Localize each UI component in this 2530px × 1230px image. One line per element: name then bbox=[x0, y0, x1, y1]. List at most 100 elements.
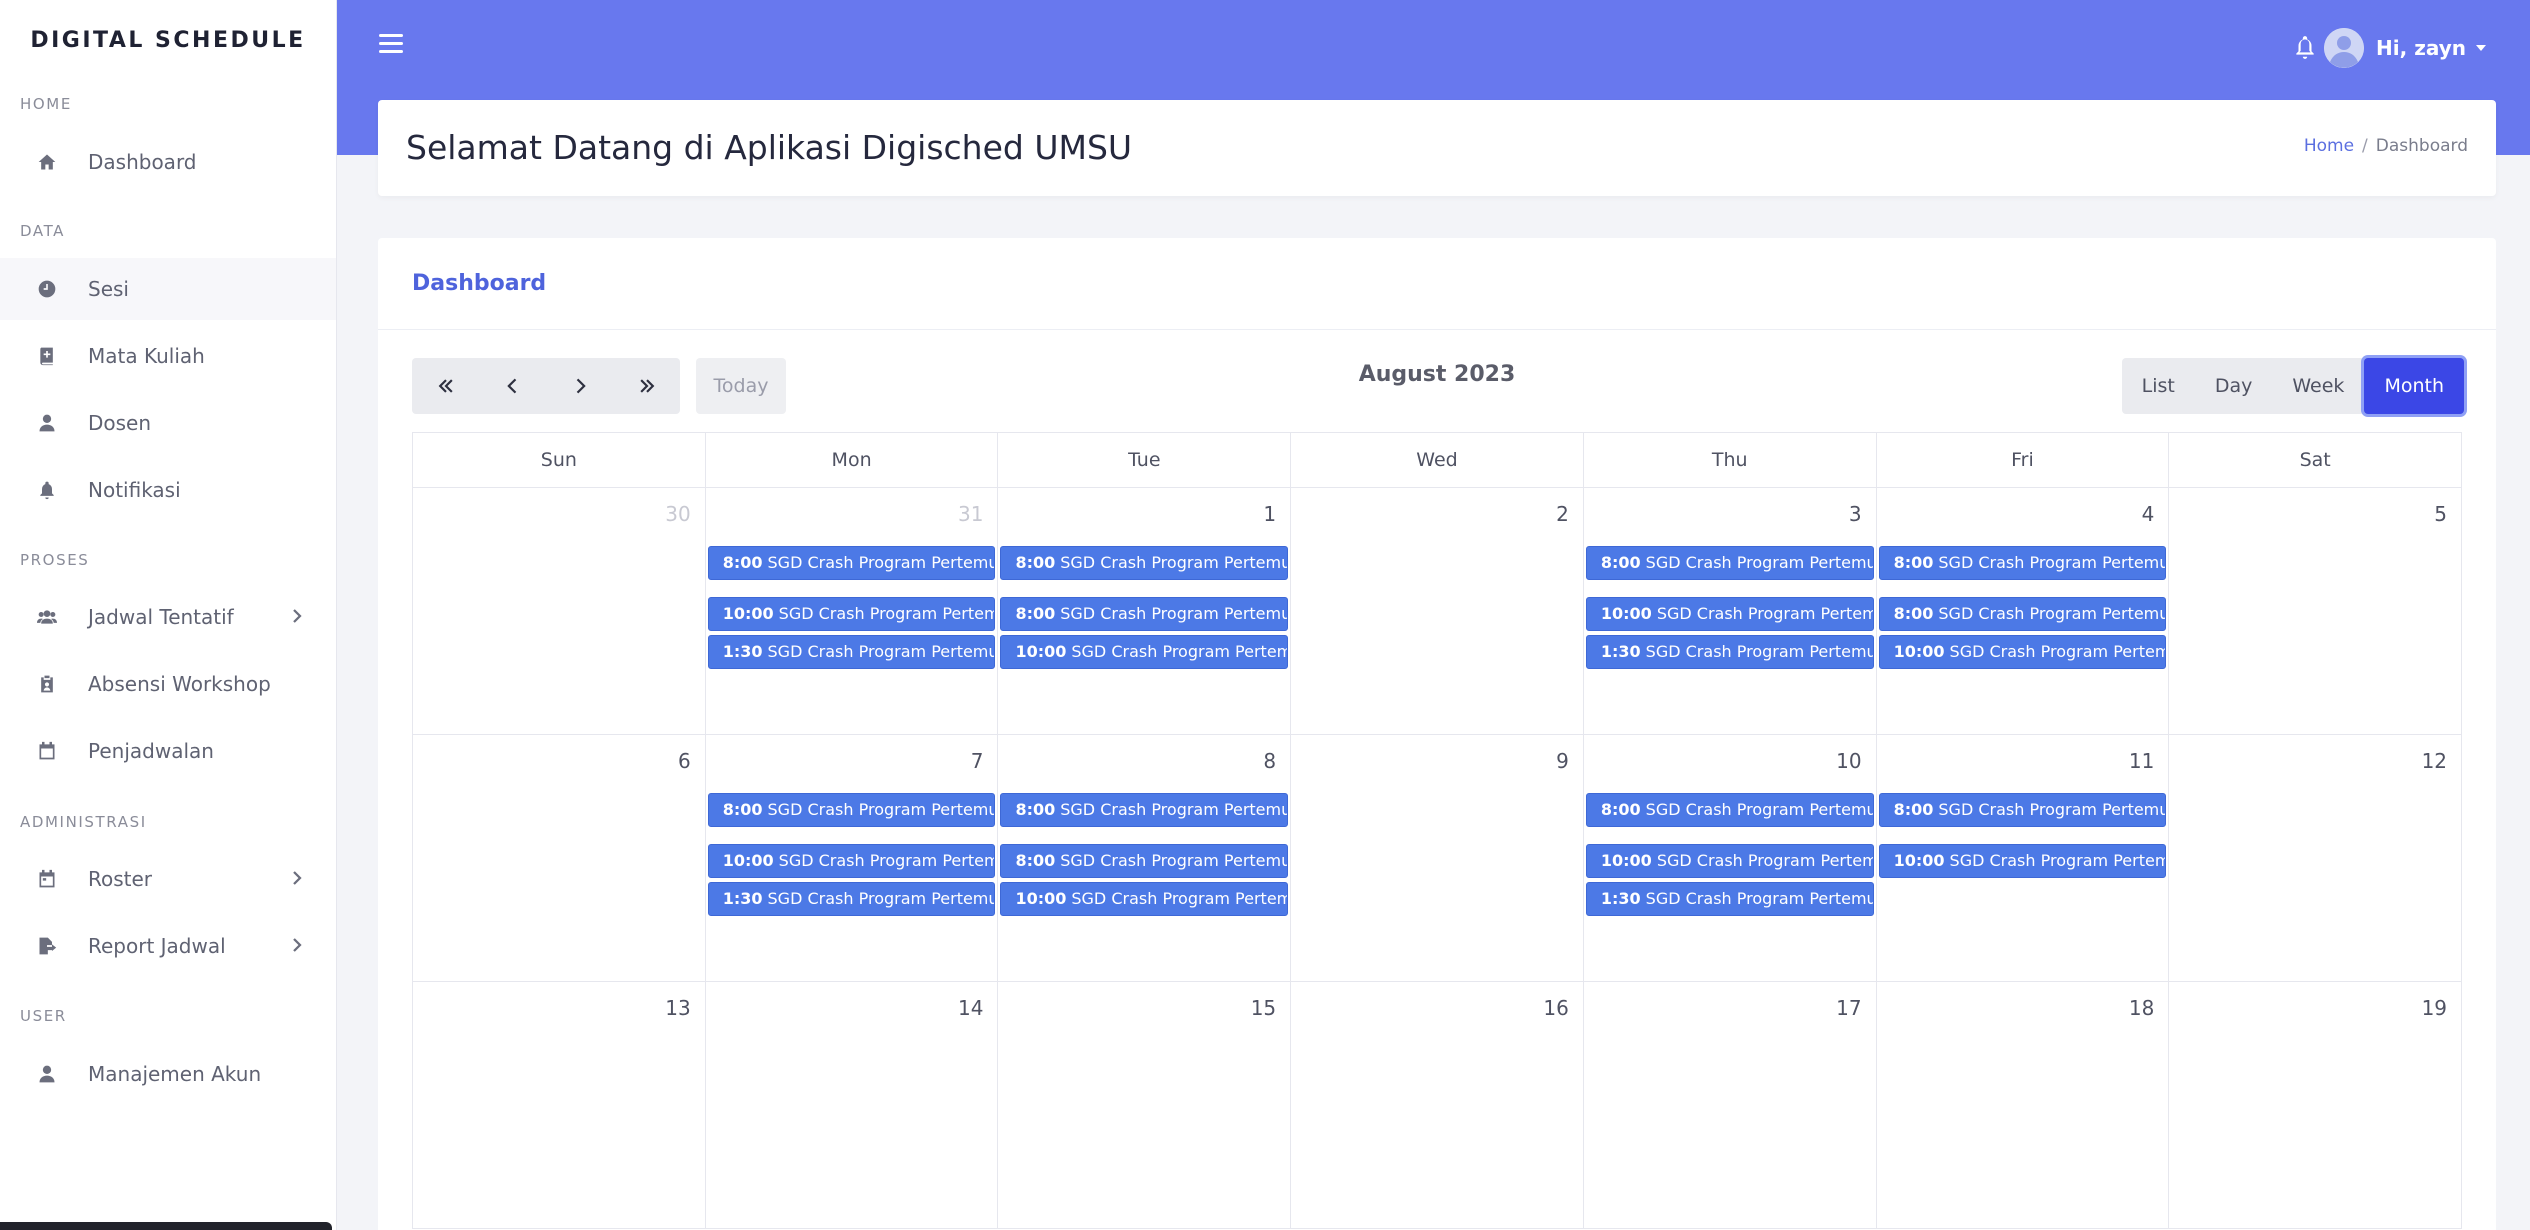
calendar-day-cell[interactable]: 15 bbox=[998, 982, 1292, 1228]
day-number[interactable]: 17 bbox=[1836, 996, 1861, 1020]
day-number[interactable]: 15 bbox=[1251, 996, 1276, 1020]
day-number[interactable]: 4 bbox=[2142, 502, 2155, 526]
dow-sun: Sun bbox=[413, 433, 706, 487]
calendar-day-cell[interactable]: 10 8:00 SGD Crash Program Pertemuan 10:00 SG… bbox=[1584, 735, 1877, 981]
day-number[interactable]: 6 bbox=[678, 749, 691, 773]
sidebar-item-dosen[interactable]: Dosen bbox=[0, 392, 336, 454]
calendar-week-row: 30 31 8:00 SGD Crash Program Pertemuan 10:00… bbox=[412, 488, 2462, 735]
calendar-day-cell[interactable]: 12 bbox=[2169, 735, 2461, 981]
sidebar-item-dashboard[interactable]: Dashboard bbox=[0, 131, 336, 193]
view-list-button[interactable]: List bbox=[2122, 358, 2195, 414]
calendar-event[interactable]: 8:00 SGD Crash Program Pertemuan bbox=[707, 793, 996, 827]
view-month-button[interactable]: Month bbox=[2364, 358, 2464, 414]
calendar-day-cell[interactable]: 6 bbox=[413, 735, 706, 981]
calendar-day-cell[interactable]: 5 bbox=[2169, 488, 2461, 734]
sidebar-item-absensi-workshop[interactable]: Absensi Workshop bbox=[0, 653, 336, 715]
sidebar-item-mata-kuliah[interactable]: Mata Kuliah bbox=[0, 325, 336, 387]
calendar-day-cell[interactable]: 9 bbox=[1291, 735, 1584, 981]
calendar-event[interactable]: 8:00 SGD Crash Program Pertemuan bbox=[1878, 546, 2167, 580]
calendar-day-cell[interactable]: 7 8:00 SGD Crash Program Pertemuan 10:00 SGD… bbox=[706, 735, 999, 981]
day-number[interactable]: 11 bbox=[2129, 749, 2154, 773]
day-number[interactable]: 31 bbox=[958, 502, 983, 526]
sidebar-item-roster[interactable]: Roster bbox=[0, 848, 336, 910]
calendar-day-cell[interactable]: 17 bbox=[1584, 982, 1877, 1228]
event-title: SGD Crash Program Pertemuan bbox=[1060, 851, 1289, 870]
calendar-event[interactable]: 10:00SGD Crash Program Pertemuan bbox=[1878, 844, 2167, 878]
hamburger-menu-icon[interactable] bbox=[379, 34, 403, 58]
event-time: 1:30 bbox=[1600, 642, 1641, 661]
day-number[interactable]: 1 bbox=[1263, 502, 1276, 526]
day-number[interactable]: 16 bbox=[1543, 996, 1568, 1020]
calendar-event[interactable]: 1:30 SGD Crash Program Pertemuan bbox=[1585, 882, 1874, 916]
calendar-event[interactable]: 8:00 SGD Crash Program Pertemuan bbox=[1000, 546, 1289, 580]
calendar-event[interactable]: 8:00 SGD Crash Program Pertemuan bbox=[1585, 793, 1874, 827]
calendar-day-cell[interactable]: 14 bbox=[706, 982, 999, 1228]
breadcrumb-home-link[interactable]: Home bbox=[2304, 136, 2354, 156]
day-number[interactable]: 18 bbox=[2129, 996, 2154, 1020]
day-number[interactable]: 9 bbox=[1556, 749, 1569, 773]
calendar-event[interactable]: 10:00SGD Crash Program Pertemuan bbox=[1585, 597, 1874, 631]
day-number[interactable]: 14 bbox=[958, 996, 983, 1020]
calendar-event[interactable]: 8:00 SGD Crash Program Pertemuan bbox=[1000, 597, 1289, 631]
day-number[interactable]: 3 bbox=[1849, 502, 1862, 526]
event-title: SGD Crash Program Pertemuan bbox=[1645, 800, 1874, 819]
view-day-button[interactable]: Day bbox=[2195, 358, 2273, 414]
day-number[interactable]: 7 bbox=[971, 749, 984, 773]
calendar-day-cell[interactable]: 30 bbox=[413, 488, 706, 734]
calendar-day-cell[interactable]: 1 8:00 SGD Crash Program Pertemuan 8:00 SGD … bbox=[998, 488, 1292, 734]
calendar-event[interactable]: 8:00 SGD Crash Program Pertemuan bbox=[1878, 597, 2167, 631]
notification-bell-icon[interactable] bbox=[2292, 34, 2318, 60]
calendar-event[interactable]: 10:00SGD Crash Program Pertemuan bbox=[707, 844, 996, 878]
calendar-day-cell[interactable]: 31 8:00 SGD Crash Program Pertemuan 10:00 SG… bbox=[706, 488, 999, 734]
day-number[interactable]: 19 bbox=[2422, 996, 2447, 1020]
sidebar-item-notifikasi[interactable]: Notifikasi bbox=[0, 459, 336, 521]
calendar-event[interactable]: 10:00SGD Crash Program Pertemuan bbox=[1878, 635, 2167, 669]
calendar-day-cell[interactable]: 13 bbox=[413, 982, 706, 1228]
calendar-event[interactable]: 1:30 SGD Crash Program Pertemuan bbox=[707, 635, 996, 669]
calendar-event[interactable]: 1:30 SGD Crash Program Pertemuan bbox=[1585, 635, 1874, 669]
day-number[interactable]: 10 bbox=[1836, 749, 1861, 773]
sidebar-item-manajemen-akun[interactable]: Manajemen Akun bbox=[0, 1043, 336, 1105]
event-time: 10:00 bbox=[1893, 851, 1945, 870]
calendar-event[interactable]: 10:00SGD Crash Program Pertemuan bbox=[707, 597, 996, 631]
event-title: SGD Crash Program Pertemuan bbox=[1060, 553, 1289, 572]
sidebar-item-sesi[interactable]: Sesi bbox=[0, 258, 336, 320]
day-number[interactable]: 13 bbox=[665, 996, 690, 1020]
calendar-event[interactable]: 1:30 SGD Crash Program Pertemuan bbox=[707, 882, 996, 916]
event-title: SGD Crash Program Pertemuan bbox=[1645, 553, 1874, 572]
users-icon bbox=[36, 606, 58, 628]
calendar-event[interactable]: 10:00SGD Crash Program Pertemuan bbox=[1000, 635, 1289, 669]
calendar-day-cell[interactable]: 19 bbox=[2169, 982, 2461, 1228]
calendar-day-cell[interactable]: 16 bbox=[1291, 982, 1584, 1228]
day-number[interactable]: 12 bbox=[2422, 749, 2447, 773]
calendar-event[interactable]: 8:00 SGD Crash Program Pertemuan bbox=[1000, 793, 1289, 827]
view-week-button[interactable]: Week bbox=[2272, 358, 2364, 414]
dashboard-card: Dashboard Today August 2023 List Day Wee… bbox=[378, 238, 2496, 1230]
calendar-day-cell[interactable]: 3 8:00 SGD Crash Program Pertemuan 10:00 SGD… bbox=[1584, 488, 1877, 734]
calendar-event[interactable]: 8:00 SGD Crash Program Pertemuan bbox=[1878, 793, 2167, 827]
calendar-day-cell[interactable]: 18 bbox=[1877, 982, 2170, 1228]
event-title: SGD Crash Program Pertemuan bbox=[1071, 889, 1287, 908]
sidebar-item-jadwal-tentatif[interactable]: Jadwal Tentatif bbox=[0, 586, 336, 648]
calendar-day-cell[interactable]: 8 8:00 SGD Crash Program Pertemuan 8:00 SGD … bbox=[998, 735, 1292, 981]
calendar-event[interactable]: 8:00 SGD Crash Program Pertemuan bbox=[1000, 844, 1289, 878]
breadcrumb-current: Dashboard bbox=[2375, 136, 2468, 156]
calendar-day-cell[interactable]: 11 8:00 SGD Crash Program Pertemuan 10:00 SG… bbox=[1877, 735, 2170, 981]
calendar-day-cell[interactable]: 4 8:00 SGD Crash Program Pertemuan 8:00 SGD … bbox=[1877, 488, 2170, 734]
sidebar-item-penjadwalan[interactable]: Penjadwalan bbox=[0, 720, 336, 782]
day-number[interactable]: 30 bbox=[665, 502, 690, 526]
sidebar: DIGITAL SCHEDULE HOME Dashboard DATA Ses… bbox=[0, 0, 337, 1230]
event-time: 8:00 bbox=[722, 553, 763, 572]
user-menu[interactable]: Hi, zayn bbox=[2324, 28, 2486, 68]
sidebar-item-report-jadwal[interactable]: Report Jadwal bbox=[0, 915, 336, 977]
day-number[interactable]: 8 bbox=[1263, 749, 1276, 773]
calendar-event[interactable]: 10:00SGD Crash Program Pertemuan bbox=[1000, 882, 1289, 916]
day-number[interactable]: 5 bbox=[2434, 502, 2447, 526]
calendar-event[interactable]: 10:00SGD Crash Program Pertemuan bbox=[1585, 844, 1874, 878]
event-time: 8:00 bbox=[1600, 800, 1641, 819]
day-number[interactable]: 2 bbox=[1556, 502, 1569, 526]
calendar-day-cell[interactable]: 2 bbox=[1291, 488, 1584, 734]
sidebar-heading-administrasi: ADMINISTRASI bbox=[20, 813, 147, 831]
calendar-event[interactable]: 8:00 SGD Crash Program Pertemuan bbox=[1585, 546, 1874, 580]
calendar-event[interactable]: 8:00 SGD Crash Program Pertemuan bbox=[707, 546, 996, 580]
